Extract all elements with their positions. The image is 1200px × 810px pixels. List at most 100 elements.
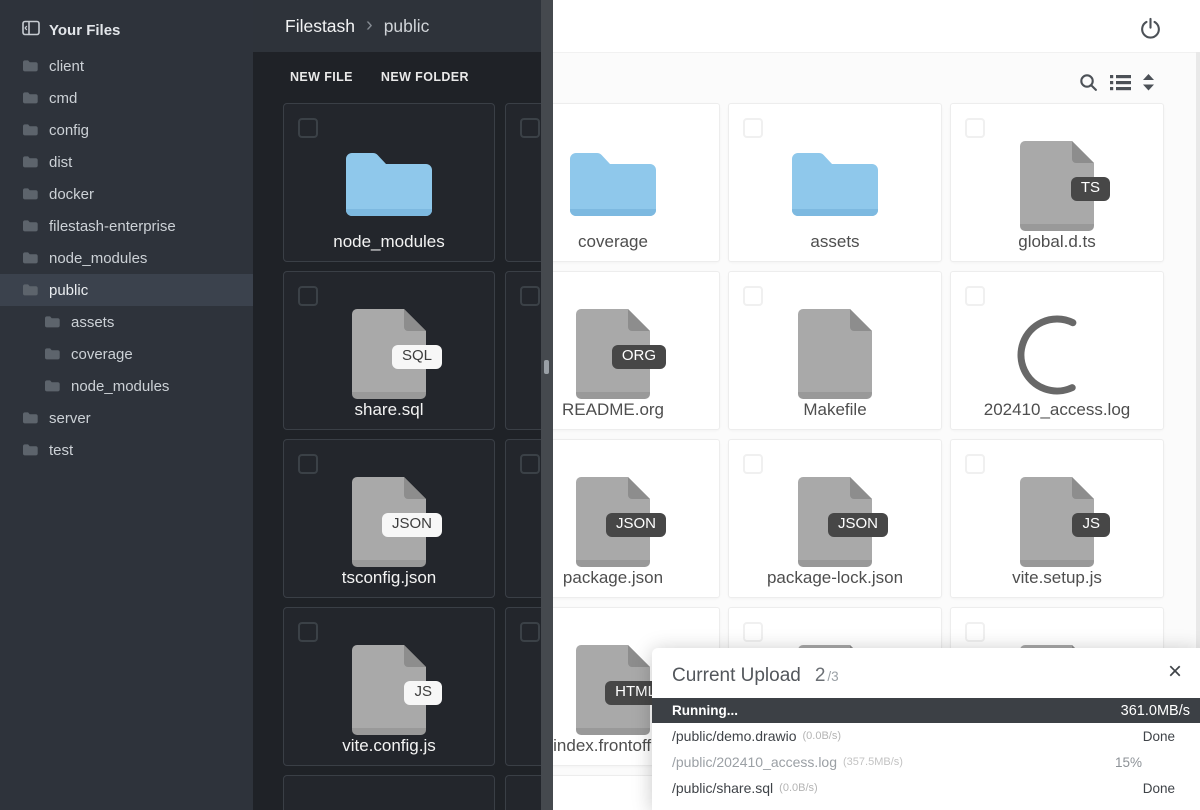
file-name: package-lock.json <box>733 568 937 588</box>
new-folder-button[interactable]: NEW FOLDER <box>381 70 469 84</box>
checkbox[interactable] <box>298 622 318 642</box>
overlay-scrollbar[interactable] <box>541 0 553 810</box>
upload-file-path: /public/share.sql <box>672 780 773 796</box>
file-tile-share-sql[interactable]: SQL share.sql <box>283 271 495 430</box>
sidebar-item-node_modules[interactable]: node_modules <box>0 242 253 274</box>
upload-row-access-log: /public/202410_access.log (357.5MB/s) 15… <box>652 749 1200 775</box>
document-icon: HTML <box>576 645 650 735</box>
sidebar: Your Files client cmd config dist docker… <box>0 0 253 810</box>
logout-power-icon[interactable] <box>1138 16 1163 46</box>
sidebar-item-server[interactable]: server <box>0 402 253 434</box>
sort-icon[interactable] <box>1142 74 1155 96</box>
file-ext-badge: JSON <box>828 513 888 537</box>
checkbox[interactable] <box>965 622 985 642</box>
checkbox[interactable] <box>298 454 318 474</box>
checkbox[interactable] <box>520 286 540 306</box>
file-ext-badge: TS <box>1071 177 1110 201</box>
sidebar-item-public-assets[interactable]: assets <box>0 306 253 338</box>
breadcrumb: Filestash › public <box>285 0 429 52</box>
upload-file-path: /public/202410_access.log <box>672 754 837 770</box>
file-name: share.sql <box>288 400 490 420</box>
scrollbar-thumb[interactable] <box>544 360 549 374</box>
new-file-button[interactable]: NEW FILE <box>290 70 353 84</box>
folder-card-assets[interactable]: assets <box>728 103 942 262</box>
sidebar-item-public[interactable]: public <box>0 274 253 306</box>
file-ext-badge: JSON <box>382 513 442 537</box>
file-ext-badge: JSON <box>606 513 666 537</box>
document-icon: JS <box>1020 477 1094 567</box>
checkbox[interactable] <box>743 622 763 642</box>
folder-icon <box>341 146 437 222</box>
file-name: assets <box>733 232 937 252</box>
folder-icon <box>22 91 39 105</box>
file-name: vite.setup.js <box>955 568 1159 588</box>
checkbox[interactable] <box>743 454 763 474</box>
file-card-access-log-loading[interactable]: 202410_access.log <box>950 271 1164 430</box>
document-icon: SQL <box>352 309 426 399</box>
checkbox[interactable] <box>743 118 763 138</box>
file-tile-tsconfig-json[interactable]: JSON tsconfig.json <box>283 439 495 598</box>
document-icon: TS <box>1020 141 1094 231</box>
filestash-window: coverage assets TS global.d.ts ORG READM… <box>0 0 1200 810</box>
folder-icon <box>22 123 39 137</box>
file-tile-partial[interactable] <box>283 775 495 810</box>
upload-file-status: Done <box>1143 781 1175 796</box>
file-card-global-d-ts[interactable]: TS global.d.ts <box>950 103 1164 262</box>
checkbox[interactable] <box>298 118 318 138</box>
loading-spinner-icon <box>1014 312 1100 403</box>
sidebar-item-dist[interactable]: dist <box>0 146 253 178</box>
checkbox[interactable] <box>520 118 540 138</box>
sidebar-item-docker[interactable]: docker <box>0 178 253 210</box>
chevron-right-icon: › <box>366 15 373 38</box>
breadcrumb-root[interactable]: Filestash <box>285 16 355 37</box>
document-icon <box>798 309 872 399</box>
checkbox[interactable] <box>965 118 985 138</box>
upload-file-rate: (357.5MB/s) <box>843 756 903 768</box>
file-ext-badge: ORG <box>612 345 666 369</box>
file-card-makefile[interactable]: Makefile <box>728 271 942 430</box>
sidebar-item-client[interactable]: client <box>0 50 253 82</box>
document-icon: JS <box>352 645 426 735</box>
file-name: global.d.ts <box>955 232 1159 252</box>
folder-tile-node_modules[interactable]: node_modules <box>283 103 495 262</box>
folder-icon <box>565 146 661 222</box>
checkbox[interactable] <box>520 622 540 642</box>
folder-icon <box>22 411 39 425</box>
sidebar-item-test[interactable]: test <box>0 434 253 466</box>
document-icon: JSON <box>576 477 650 567</box>
file-tile-vite-config-js[interactable]: JS vite.config.js <box>283 607 495 766</box>
upload-title: Current Upload <box>672 665 801 686</box>
search-icon[interactable] <box>1079 73 1098 97</box>
file-name: vite.config.js <box>288 736 490 756</box>
current-upload-panel: Current Upload2/3 × Running... 361.0MB/s… <box>652 648 1200 810</box>
upload-row-share-sql: /public/share.sql (0.0B/s) Done <box>652 775 1200 801</box>
sidebar-item-config[interactable]: config <box>0 114 253 146</box>
checkbox[interactable] <box>965 454 985 474</box>
checkbox[interactable] <box>520 454 540 474</box>
folder-icon <box>22 251 39 265</box>
sidebar-item-public-node_modules[interactable]: node_modules <box>0 370 253 402</box>
checkbox[interactable] <box>743 286 763 306</box>
file-ext-badge: JS <box>404 681 442 705</box>
upload-file-status: 15% <box>1115 755 1142 770</box>
sidebar-title: Your Files <box>49 22 120 39</box>
upload-status-bar: Running... 361.0MB/s <box>652 698 1200 723</box>
folder-icon <box>22 187 39 201</box>
folder-icon <box>44 315 61 329</box>
sidebar-item-public-coverage[interactable]: coverage <box>0 338 253 370</box>
breadcrumb-bar: Filestash › public <box>253 0 553 52</box>
close-icon[interactable]: × <box>1168 660 1182 684</box>
sidebar-item-filestash-enterprise[interactable]: filestash-enterprise <box>0 210 253 242</box>
list-view-icon[interactable] <box>1110 74 1131 96</box>
sidebar-toggle-icon[interactable] <box>22 20 40 40</box>
checkbox[interactable] <box>965 286 985 306</box>
file-card-vite-setup-js[interactable]: JS vite.setup.js <box>950 439 1164 598</box>
breadcrumb-current: public <box>384 16 430 37</box>
sidebar-item-cmd[interactable]: cmd <box>0 82 253 114</box>
upload-file-rate: (0.0B/s) <box>779 782 818 794</box>
file-card-package-lock-json[interactable]: JSON package-lock.json <box>728 439 942 598</box>
file-ext-badge: JS <box>1072 513 1110 537</box>
checkbox[interactable] <box>298 286 318 306</box>
folder-icon <box>22 219 39 233</box>
file-ext-badge: SQL <box>392 345 442 369</box>
